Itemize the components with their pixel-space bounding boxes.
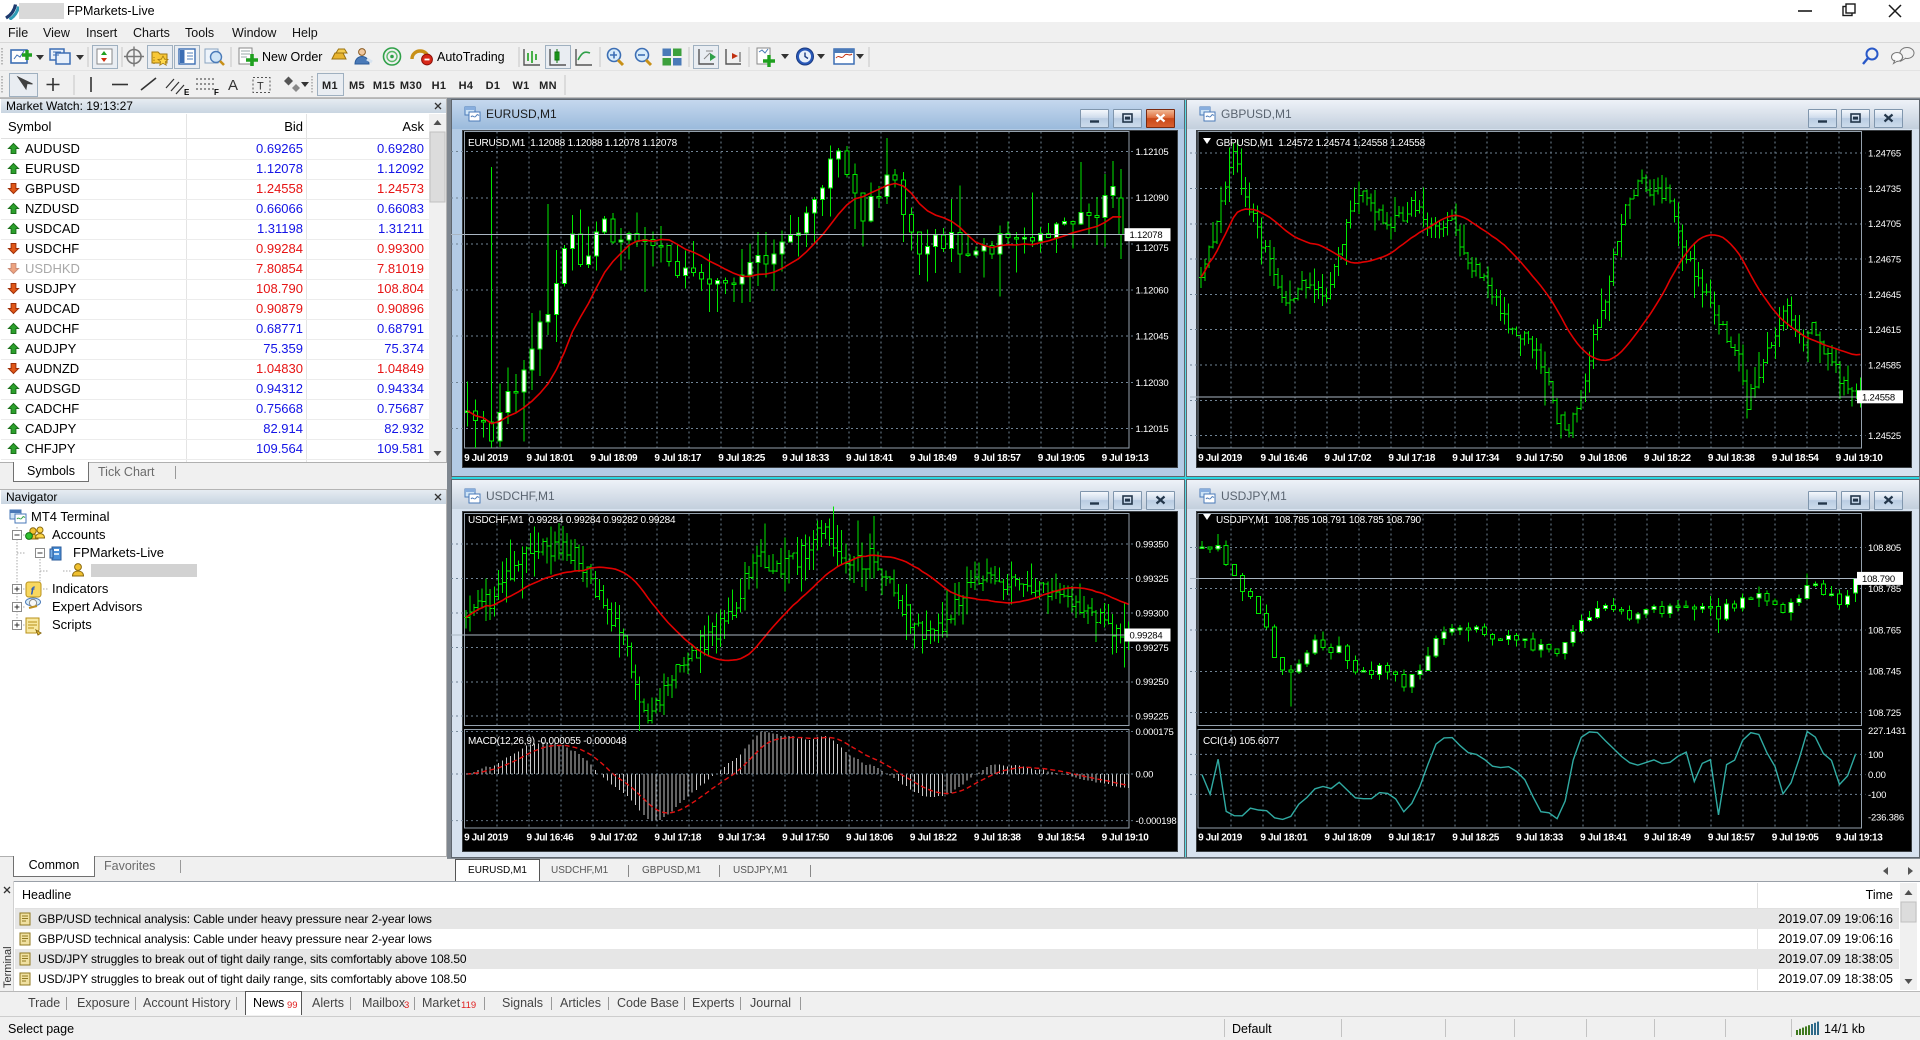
svg-text:1.12015: 1.12015 (1136, 424, 1169, 435)
svg-text:9 Jul 18:17: 9 Jul 18:17 (654, 453, 702, 464)
svg-text:1.12045: 1.12045 (1136, 332, 1169, 343)
svg-text:9 Jul 18:06: 9 Jul 18:06 (1580, 453, 1628, 464)
svg-text:0.99284: 0.99284 (1130, 631, 1163, 642)
svg-text:9 Jul 17:50: 9 Jul 17:50 (1516, 453, 1564, 464)
svg-text:9 Jul 19:10: 9 Jul 19:10 (1836, 453, 1884, 464)
svg-text:108.725: 108.725 (1868, 708, 1901, 719)
svg-text:9 Jul 18:57: 9 Jul 18:57 (974, 453, 1022, 464)
svg-text:9 Jul 19:05: 9 Jul 19:05 (1038, 453, 1086, 464)
svg-text:9 Jul 17:50: 9 Jul 17:50 (782, 833, 830, 844)
svg-text:-100: -100 (1868, 790, 1886, 801)
svg-text:9 Jul 19:10: 9 Jul 19:10 (1102, 833, 1150, 844)
svg-text:9 Jul 17:18: 9 Jul 17:18 (654, 833, 702, 844)
svg-text:9 Jul 18:25: 9 Jul 18:25 (1452, 833, 1500, 844)
svg-text:9 Jul 18:22: 9 Jul 18:22 (910, 833, 958, 844)
svg-text:108.805: 108.805 (1868, 543, 1901, 554)
svg-text:9 Jul 17:34: 9 Jul 17:34 (718, 833, 766, 844)
svg-text:Terminal: Terminal (2, 946, 13, 988)
svg-text:1.24735: 1.24735 (1868, 184, 1901, 195)
svg-text:1.12105: 1.12105 (1136, 147, 1169, 158)
svg-text:1.24558: 1.24558 (1862, 392, 1895, 403)
svg-text:108.745: 108.745 (1868, 667, 1901, 678)
svg-text:108.765: 108.765 (1868, 625, 1901, 636)
svg-text:EURUSD,M1 1.12088 1.12088 1.1: EURUSD,M1 1.12088 1.12088 1.12078 1.1207… (468, 138, 678, 149)
svg-text:9 Jul 18:38: 9 Jul 18:38 (1708, 453, 1756, 464)
svg-text:GBPUSD,M1 1.24572 1.24574 1.2: GBPUSD,M1 1.24572 1.24574 1.24558 1.2455… (1216, 138, 1426, 149)
svg-text:9 Jul 2019: 9 Jul 2019 (464, 453, 509, 464)
svg-text:1.12075: 1.12075 (1136, 243, 1169, 254)
svg-text:9 Jul 18:49: 9 Jul 18:49 (910, 453, 958, 464)
svg-text:0.99225: 0.99225 (1136, 712, 1169, 723)
svg-text:9 Jul 17:02: 9 Jul 17:02 (1324, 453, 1372, 464)
svg-text:9 Jul 18:41: 9 Jul 18:41 (846, 453, 894, 464)
svg-text:-236.386: -236.386 (1868, 813, 1904, 824)
svg-text:0.99300: 0.99300 (1136, 608, 1169, 619)
svg-text:0.000175: 0.000175 (1136, 727, 1174, 738)
svg-text:1.24615: 1.24615 (1868, 325, 1901, 336)
svg-text:1.12078: 1.12078 (1130, 230, 1163, 241)
svg-text:9 Jul 2019: 9 Jul 2019 (1198, 453, 1243, 464)
svg-text:9 Jul 18:01: 9 Jul 18:01 (1261, 833, 1309, 844)
svg-text:108.790: 108.790 (1862, 574, 1895, 585)
svg-text:9 Jul 18:06: 9 Jul 18:06 (846, 833, 894, 844)
svg-text:227.1431: 227.1431 (1868, 726, 1906, 737)
svg-text:1.24765: 1.24765 (1868, 149, 1901, 160)
svg-text:100: 100 (1868, 750, 1883, 761)
svg-text:9 Jul 2019: 9 Jul 2019 (464, 833, 509, 844)
svg-text:1.12030: 1.12030 (1136, 378, 1169, 389)
svg-text:9 Jul 18:17: 9 Jul 18:17 (1388, 833, 1436, 844)
svg-text:9 Jul 18:22: 9 Jul 18:22 (1644, 453, 1692, 464)
svg-text:9 Jul 18:01: 9 Jul 18:01 (527, 453, 575, 464)
svg-text:1.24675: 1.24675 (1868, 255, 1901, 266)
svg-text:9 Jul 16:46: 9 Jul 16:46 (527, 833, 575, 844)
svg-text:9 Jul 19:05: 9 Jul 19:05 (1772, 833, 1820, 844)
svg-text:1.12060: 1.12060 (1136, 286, 1169, 297)
svg-text:9 Jul 18:54: 9 Jul 18:54 (1772, 453, 1820, 464)
svg-text:9 Jul 18:57: 9 Jul 18:57 (1708, 833, 1756, 844)
svg-text:CCI(14) 105.6077: CCI(14) 105.6077 (1203, 736, 1280, 747)
svg-text:1.24585: 1.24585 (1868, 360, 1901, 371)
svg-text:9 Jul 18:49: 9 Jul 18:49 (1644, 833, 1692, 844)
svg-text:9 Jul 2019: 9 Jul 2019 (1198, 833, 1243, 844)
svg-text:USDJPY,M1 108.785 108.791 108: USDJPY,M1 108.785 108.791 108.785 108.79… (1216, 515, 1422, 526)
svg-text:0.99350: 0.99350 (1136, 540, 1169, 551)
svg-text:0.99275: 0.99275 (1136, 643, 1169, 654)
svg-text:0.99250: 0.99250 (1136, 677, 1169, 688)
svg-text:1.12090: 1.12090 (1136, 193, 1169, 204)
svg-text:1.24645: 1.24645 (1868, 290, 1901, 301)
svg-text:0.99325: 0.99325 (1136, 574, 1169, 585)
svg-text:9 Jul 16:46: 9 Jul 16:46 (1261, 453, 1309, 464)
svg-text:9 Jul 18:33: 9 Jul 18:33 (782, 453, 830, 464)
svg-text:9 Jul 18:41: 9 Jul 18:41 (1580, 833, 1628, 844)
svg-text:-0.000198: -0.000198 (1136, 816, 1177, 827)
svg-text:9 Jul 18:38: 9 Jul 18:38 (974, 833, 1022, 844)
svg-text:1.24525: 1.24525 (1868, 431, 1901, 442)
svg-text:9 Jul 18:54: 9 Jul 18:54 (1038, 833, 1086, 844)
svg-text:0.00: 0.00 (1868, 770, 1886, 781)
svg-text:9 Jul 18:09: 9 Jul 18:09 (1324, 833, 1372, 844)
svg-text:USDCHF,M1 0.99284 0.99284 0.9: USDCHF,M1 0.99284 0.99284 0.99282 0.9928… (468, 515, 676, 526)
svg-text:9 Jul 17:18: 9 Jul 17:18 (1388, 453, 1436, 464)
svg-text:9 Jul 19:13: 9 Jul 19:13 (1102, 453, 1150, 464)
svg-text:0.00: 0.00 (1136, 769, 1154, 780)
svg-text:1.24705: 1.24705 (1868, 219, 1901, 230)
svg-text:9 Jul 18:33: 9 Jul 18:33 (1516, 833, 1564, 844)
svg-text:9 Jul 18:09: 9 Jul 18:09 (590, 453, 638, 464)
svg-text:108.785: 108.785 (1868, 584, 1901, 595)
svg-text:9 Jul 19:13: 9 Jul 19:13 (1836, 833, 1884, 844)
svg-text:9 Jul 17:02: 9 Jul 17:02 (590, 833, 638, 844)
svg-text:9 Jul 17:34: 9 Jul 17:34 (1452, 453, 1500, 464)
svg-text:MACD(12,26,9) -0.000055 -0.000: MACD(12,26,9) -0.000055 -0.000048 (468, 736, 627, 747)
svg-text:9 Jul 18:25: 9 Jul 18:25 (718, 453, 766, 464)
